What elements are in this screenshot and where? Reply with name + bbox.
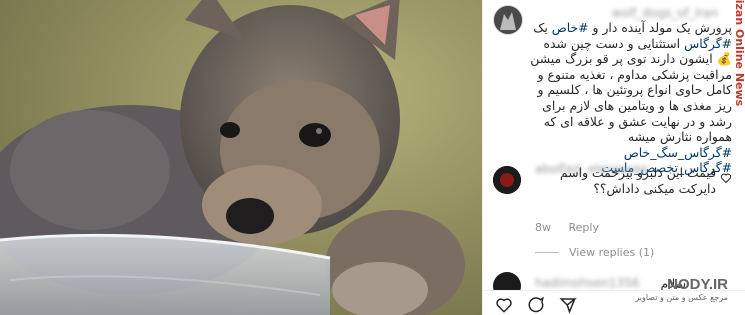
share-icon[interactable] xyxy=(559,296,577,314)
comment-time: 8w xyxy=(535,221,551,234)
reply-button[interactable]: Reply xyxy=(569,221,599,234)
caption-text-1: پرورش یک مولد آینده دار و xyxy=(592,20,732,35)
caption-text-3: استثنایی و دست چین شده 💰 ایشون دارند توی… xyxy=(530,35,732,145)
hashtag-link[interactable]: #خاص xyxy=(552,20,589,35)
replies-divider xyxy=(535,252,559,253)
site-watermark-subtitle: مرجع عکس و متن و تصاویر xyxy=(635,293,728,302)
side-watermark: Mizan Online News xyxy=(733,0,745,107)
heart-icon[interactable] xyxy=(720,172,732,184)
comment-text: قیمت این دلبرو بیزحمت واسم دایرکت میکنی … xyxy=(560,165,716,196)
post-caption: پرورش یک مولد آینده دار و #خاص یک #گرگاس… xyxy=(527,20,732,176)
comment-meta: 8w Reply xyxy=(535,221,613,234)
view-replies-button[interactable]: View replies (1) xyxy=(535,246,654,259)
commenter-avatar[interactable] xyxy=(493,166,521,194)
site-watermark: NODY.IR مرجع عکس و متن و تصاویر xyxy=(635,276,728,302)
wolf-pup-image xyxy=(0,0,482,315)
view-replies-label: View replies (1) xyxy=(569,246,655,259)
commenter2-username[interactable]: hadimohsen1356 xyxy=(535,276,639,290)
post-author-avatar[interactable] xyxy=(493,5,523,35)
caption-text-2: یک xyxy=(533,20,548,35)
post-sidebar: wolf_dogs_of_iran پرورش یک مولد آینده دا… xyxy=(482,0,745,315)
post-photo xyxy=(0,0,482,315)
site-watermark-name: NODY.IR xyxy=(667,276,728,293)
comment-icon[interactable] xyxy=(527,296,545,314)
hashtag-link[interactable]: #گرگاس_سگ_خاص xyxy=(624,145,732,160)
heart-icon[interactable] xyxy=(495,296,513,314)
hashtag-link[interactable]: #گرگاس xyxy=(684,36,732,51)
post-author-username[interactable]: wolf_dogs_of_iran xyxy=(612,6,718,20)
